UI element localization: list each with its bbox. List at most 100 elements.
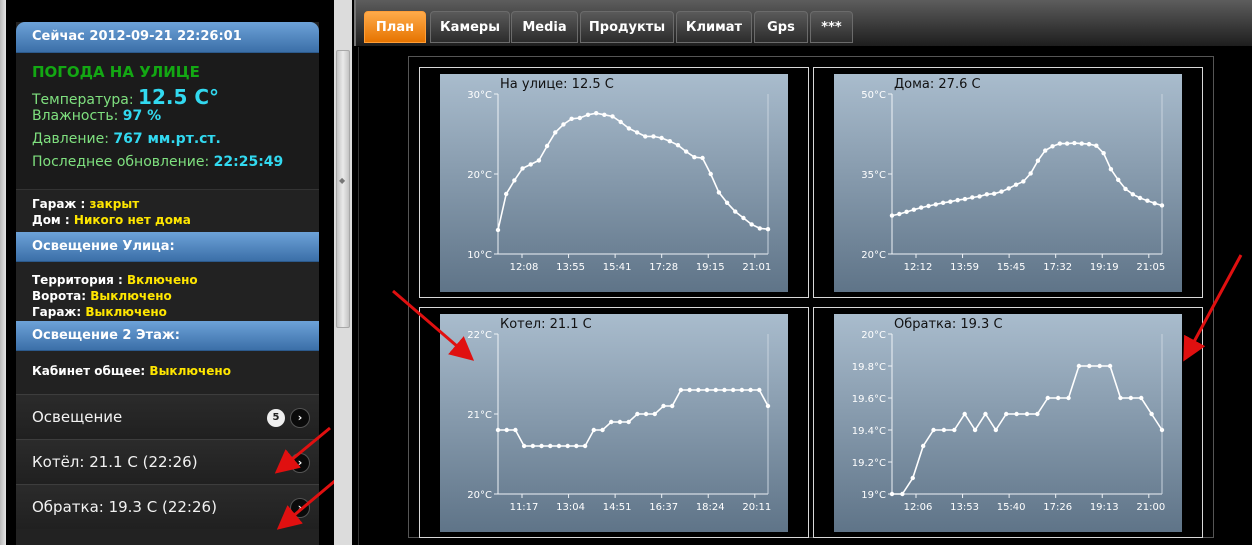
tab-more[interactable]: *** <box>810 11 853 43</box>
data-point <box>610 114 615 119</box>
data-point <box>713 387 718 393</box>
tab-cameras[interactable]: Камеры <box>430 11 510 43</box>
y-tick-label: 20°C <box>861 330 886 341</box>
data-point <box>889 491 895 497</box>
window-edge <box>0 0 6 545</box>
data-point <box>1050 144 1055 149</box>
data-point <box>1076 363 1082 369</box>
list-item-label: Освещение <box>32 408 123 426</box>
y-tick-label: 20°C <box>861 250 886 261</box>
temperature-label: Температура: <box>32 92 134 108</box>
humidity-label: Влажность: <box>32 108 119 124</box>
data-point <box>962 196 968 202</box>
tab-plan[interactable]: План <box>364 11 426 43</box>
x-tick-label: 13:53 <box>950 502 979 513</box>
data-point <box>1028 171 1033 176</box>
x-tick-label: 15:45 <box>997 262 1026 273</box>
data-point <box>757 387 762 393</box>
data-point <box>1035 158 1041 163</box>
chart-return-svg: 19°C 19.2°C 19.4°C 19.6°C 19.8°C 20°C 12:06 13:… <box>834 314 1182 532</box>
data-point <box>687 387 692 393</box>
chart-outside-svg: 10°C 20°C 30°C 12:08 13:55 15:41 17:28 19:15 21:… <box>440 74 788 292</box>
data-point <box>1145 198 1150 203</box>
y-tick-label: 35°C <box>861 170 886 181</box>
data-point <box>920 443 926 449</box>
data-point <box>582 443 588 449</box>
vertical-scrollbar[interactable]: ◆ <box>334 0 352 545</box>
home-row: Дом : Никого нет дома <box>32 212 319 228</box>
y-tick-label: 50°C <box>861 90 886 101</box>
data-point <box>955 197 960 203</box>
plan-content: 10°C 20°C 30°C 12:08 13:55 15:41 17:28 19:15 21:… <box>358 47 1252 545</box>
x-tick-label: 13:55 <box>556 262 585 273</box>
x-tick-label: 19:15 <box>696 262 725 273</box>
data-point <box>1064 141 1070 146</box>
x-tick-label: 17:28 <box>649 262 678 273</box>
gate-row: Ворота: Выключено <box>32 288 319 304</box>
data-point <box>748 387 753 393</box>
data-point <box>1097 363 1102 369</box>
data-point <box>1101 151 1106 156</box>
chevron-right-icon: › <box>291 454 309 472</box>
chart-background <box>834 74 1182 292</box>
garage-light-value: Выключено <box>85 305 167 319</box>
chart-home: 20°C 35°C 50°C 12:12 13:59 15:45 17:32 19:19 21:… <box>813 67 1203 298</box>
status-block: Гараж : закрыт Дом : Никого нет дома <box>16 189 319 232</box>
y-tick-label: 30°C <box>467 90 492 101</box>
data-point <box>940 200 946 205</box>
data-point <box>1057 141 1063 146</box>
data-point <box>765 227 771 232</box>
chart-boiler-svg: 20°C 21°C 22°C 11:17 13:04 14:51 16:37 18:24 20:… <box>440 314 788 532</box>
list-item-boiler[interactable]: Котёл: 21.1 C (22:26) › <box>16 439 319 484</box>
data-point <box>651 134 656 139</box>
data-point <box>495 427 501 433</box>
data-point <box>574 443 579 449</box>
pressure-value: 767 мм.рт.ст. <box>113 131 221 147</box>
data-point <box>983 411 988 417</box>
data-point <box>617 419 623 425</box>
data-point <box>708 171 713 177</box>
x-tick-label: 19:19 <box>1090 262 1119 273</box>
data-point <box>1079 141 1084 146</box>
data-point <box>661 403 666 409</box>
list-item-label: Обратка: 19.3 C (22:26) <box>32 498 217 516</box>
cabinet-row: Кабинет общее: Выключено <box>32 363 319 379</box>
data-point <box>618 119 623 125</box>
data-point <box>544 143 550 149</box>
data-point <box>897 211 902 217</box>
tab-gps[interactable]: Gps <box>754 11 808 43</box>
cabinet-label: Кабинет общее: <box>32 364 146 378</box>
chevron-right-icon: › <box>291 499 309 517</box>
data-point <box>591 427 597 433</box>
garage-value: закрыт <box>89 197 140 211</box>
data-point <box>512 178 517 183</box>
data-point <box>948 199 953 204</box>
pressure-row: Давление: 767 мм.рт.ст. <box>32 131 319 154</box>
data-point <box>900 491 905 497</box>
garage-light-label: Гараж: <box>32 305 82 319</box>
x-tick-label: 17:26 <box>1043 502 1072 513</box>
list-item-lighting[interactable]: Освещение 5 › <box>16 394 319 439</box>
chart-title: Обратка: 19.3 C <box>894 317 1003 332</box>
scroll-grip-icon: ◆ <box>339 176 346 185</box>
data-point <box>548 443 553 449</box>
data-point <box>513 427 518 433</box>
x-tick-label: 18:24 <box>696 502 725 513</box>
humidity-row: Влажность: 97 % <box>32 108 319 131</box>
tab-climate[interactable]: Климат <box>676 11 752 43</box>
scrollbar-thumb[interactable] <box>336 50 350 328</box>
data-point <box>741 215 746 221</box>
tab-products[interactable]: Продукты <box>580 11 674 43</box>
data-point <box>495 227 501 233</box>
list-item-return[interactable]: Обратка: 19.3 C (22:26) › <box>16 484 319 529</box>
main-area: План Камеры Media Продукты Климат Gps **… <box>354 0 1252 545</box>
street-light-header: Освещение Улица: <box>16 232 319 262</box>
tab-media[interactable]: Media <box>511 11 578 43</box>
temperature-value: 12.5 C° <box>138 85 220 109</box>
garage-light-row: Гараж: Выключено <box>32 304 319 320</box>
data-point <box>749 222 754 227</box>
data-point <box>1055 395 1061 401</box>
data-point <box>667 139 673 144</box>
x-tick-label: 19:13 <box>1090 502 1119 513</box>
sidebar: Сейчас 2012-09-21 22:26:01 ПОГОДА НА УЛИ… <box>16 22 319 545</box>
